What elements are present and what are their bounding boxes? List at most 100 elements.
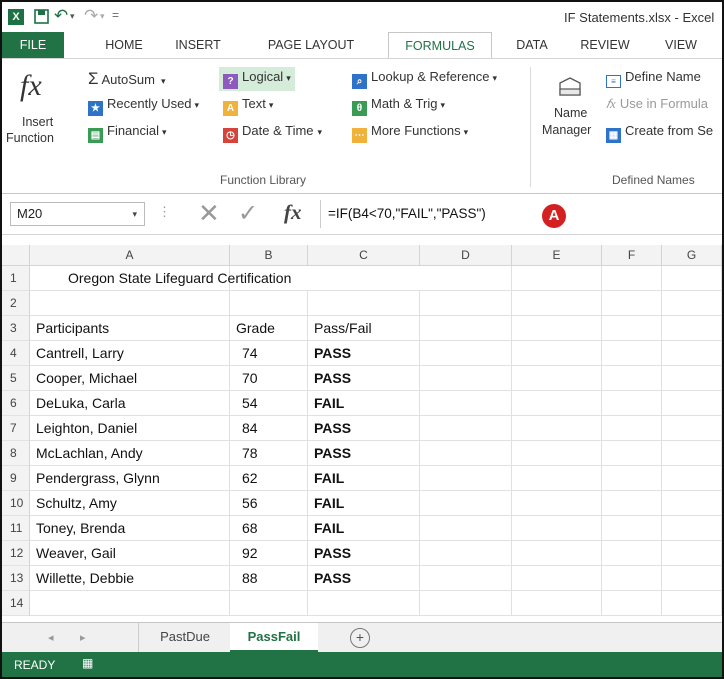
row-header-9[interactable]: 9: [2, 466, 30, 491]
tab-home[interactable]: HOME: [94, 32, 154, 58]
grade-cell[interactable]: 78: [230, 441, 308, 466]
cell[interactable]: [512, 541, 602, 566]
row-header-6[interactable]: 6: [2, 391, 30, 416]
cell[interactable]: [662, 316, 722, 341]
column-header-f[interactable]: F: [602, 245, 662, 266]
row-header-14[interactable]: 14: [2, 591, 30, 616]
cell[interactable]: [512, 316, 602, 341]
sheet-nav-next-icon[interactable]: ▸: [80, 631, 86, 644]
participant-cell[interactable]: Toney, Brenda: [30, 516, 230, 541]
row-header-3[interactable]: 3: [2, 316, 30, 341]
cell[interactable]: [512, 491, 602, 516]
cell[interactable]: [662, 291, 722, 316]
cell[interactable]: [512, 466, 602, 491]
add-sheet-icon[interactable]: +: [350, 628, 370, 648]
autosum-button[interactable]: Σ AutoSum ▾: [88, 69, 166, 89]
pass-fail-cell[interactable]: FAIL: [308, 466, 420, 491]
cell[interactable]: [602, 291, 662, 316]
cell[interactable]: [602, 391, 662, 416]
row-header-13[interactable]: 13: [2, 566, 30, 591]
sheet-title-cell[interactable]: Oregon State Lifeguard Certification: [30, 266, 291, 291]
cell[interactable]: [662, 366, 722, 391]
tab-review[interactable]: REVIEW: [574, 32, 636, 58]
cell[interactable]: [512, 566, 602, 591]
cell[interactable]: [602, 491, 662, 516]
cell[interactable]: [602, 341, 662, 366]
pass-fail-cell[interactable]: PASS: [308, 366, 420, 391]
cell[interactable]: [662, 416, 722, 441]
cell[interactable]: [662, 341, 722, 366]
cell[interactable]: [420, 491, 512, 516]
participant-cell[interactable]: Schultz, Amy: [30, 491, 230, 516]
cell[interactable]: [512, 291, 602, 316]
grade-cell[interactable]: 74: [230, 341, 308, 366]
column-label-cell[interactable]: Grade: [230, 316, 308, 341]
cell[interactable]: [512, 341, 602, 366]
recently-used-button[interactable]: ★ Recently Used ▾: [88, 96, 199, 116]
cell[interactable]: [420, 266, 512, 291]
participant-cell[interactable]: DeLuka, Carla: [30, 391, 230, 416]
lookup-reference-button[interactable]: ⌕ Lookup & Reference ▾: [352, 69, 497, 89]
cell[interactable]: [662, 441, 722, 466]
cell[interactable]: [662, 466, 722, 491]
cell[interactable]: [230, 291, 308, 316]
row-header-4[interactable]: 4: [2, 341, 30, 366]
tab-file[interactable]: FILE: [2, 32, 64, 58]
pass-fail-cell[interactable]: PASS: [308, 441, 420, 466]
participant-cell[interactable]: Weaver, Gail: [30, 541, 230, 566]
cancel-icon[interactable]: ✕: [198, 198, 220, 229]
column-header-e[interactable]: E: [512, 245, 602, 266]
excel-app-icon[interactable]: X: [8, 9, 24, 25]
pass-fail-cell[interactable]: PASS: [308, 341, 420, 366]
row-header-5[interactable]: 5: [2, 366, 30, 391]
cell[interactable]: [602, 591, 662, 616]
row-header-2[interactable]: 2: [2, 291, 30, 316]
create-from-selection-button[interactable]: ▦ Create from Se: [606, 123, 713, 143]
cell[interactable]: [662, 591, 722, 616]
row-header-10[interactable]: 10: [2, 491, 30, 516]
undo-dropdown-icon[interactable]: ▾: [70, 11, 75, 22]
tab-view[interactable]: VIEW: [656, 32, 706, 58]
participant-cell[interactable]: McLachlan, Andy: [30, 441, 230, 466]
row-header-12[interactable]: 12: [2, 541, 30, 566]
define-name-button[interactable]: ≡ Define Name: [606, 69, 701, 88]
cell[interactable]: [662, 541, 722, 566]
column-header-g[interactable]: G: [662, 245, 722, 266]
chevron-down-icon[interactable]: ▾: [132, 203, 137, 225]
cell[interactable]: [512, 366, 602, 391]
formula-input[interactable]: =IF(B4<70,"FAIL","PASS"): [320, 200, 722, 228]
grade-cell[interactable]: 88: [230, 566, 308, 591]
use-in-formula-button[interactable]: 𝑓x Use in Formula: [606, 96, 708, 112]
pass-fail-cell[interactable]: FAIL: [308, 516, 420, 541]
sheet-tab-pastdue[interactable]: PastDue: [138, 623, 232, 653]
cell[interactable]: [512, 416, 602, 441]
name-box[interactable]: M20 ▾: [10, 202, 145, 226]
pass-fail-cell[interactable]: PASS: [308, 541, 420, 566]
cell[interactable]: [308, 291, 420, 316]
cell[interactable]: [662, 491, 722, 516]
save-icon[interactable]: [34, 9, 49, 28]
pass-fail-cell[interactable]: PASS: [308, 566, 420, 591]
column-header-a[interactable]: A: [30, 245, 230, 266]
grade-cell[interactable]: 62: [230, 466, 308, 491]
grade-cell[interactable]: 92: [230, 541, 308, 566]
row-header-8[interactable]: 8: [2, 441, 30, 466]
redo-icon[interactable]: ↷: [84, 6, 98, 26]
participant-cell[interactable]: Cantrell, Larry: [30, 341, 230, 366]
column-header-c[interactable]: C: [308, 245, 420, 266]
cell[interactable]: [602, 541, 662, 566]
cell[interactable]: [420, 516, 512, 541]
cell[interactable]: [420, 416, 512, 441]
cell[interactable]: [602, 441, 662, 466]
more-functions-button[interactable]: ⋯ More Functions ▾: [352, 123, 468, 143]
cell[interactable]: [230, 266, 308, 291]
grade-cell[interactable]: 84: [230, 416, 308, 441]
cell[interactable]: [512, 516, 602, 541]
select-all-corner[interactable]: [2, 245, 30, 266]
tab-insert[interactable]: INSERT: [168, 32, 228, 58]
participant-cell[interactable]: Pendergrass, Glynn: [30, 466, 230, 491]
math-trig-button[interactable]: θ Math & Trig ▾: [352, 96, 445, 116]
participant-cell[interactable]: Willette, Debbie: [30, 566, 230, 591]
cell[interactable]: [512, 391, 602, 416]
cell[interactable]: [420, 591, 512, 616]
